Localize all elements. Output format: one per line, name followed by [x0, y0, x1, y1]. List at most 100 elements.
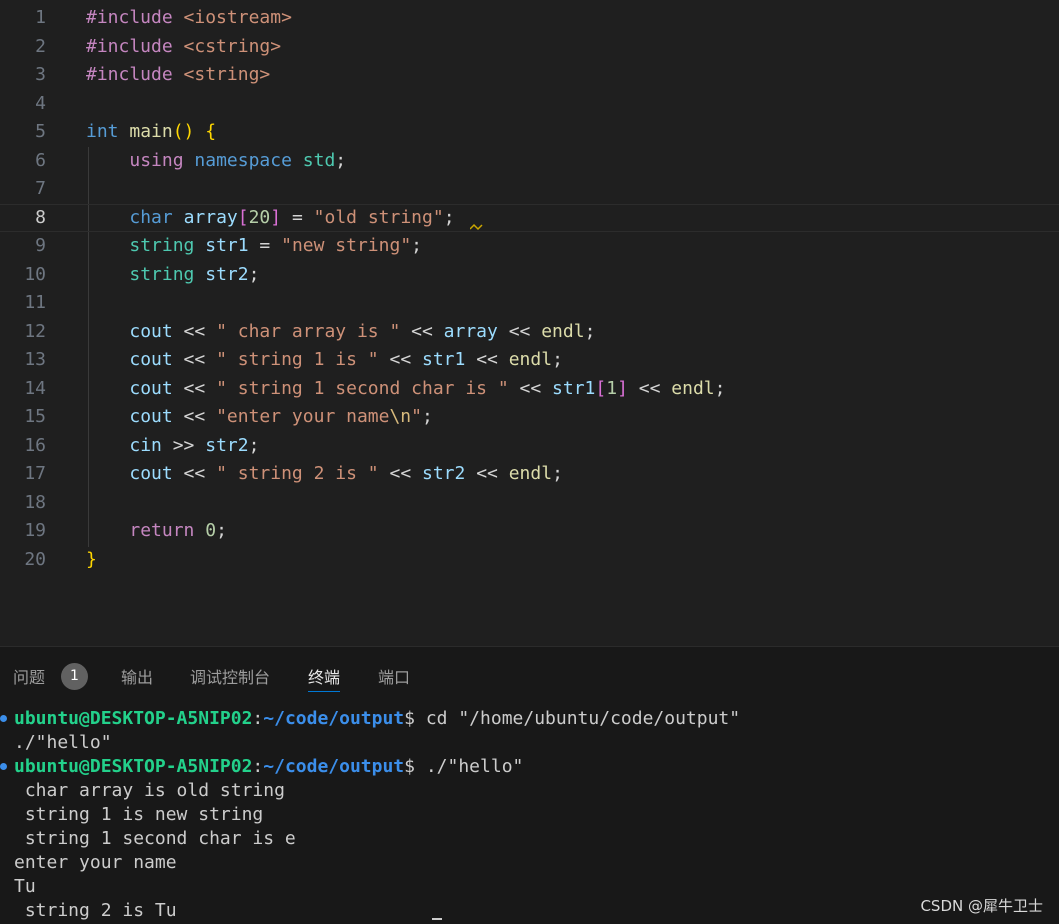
code-token: }	[86, 548, 97, 570]
tab-debug-console[interactable]: 调试控制台	[190, 665, 270, 691]
terminal-output-line: string 2 is Tu	[14, 900, 177, 921]
code-token: 1	[606, 377, 618, 399]
code-token: int	[86, 121, 119, 142]
code-token: #include	[86, 7, 173, 28]
code-token: 0	[205, 520, 217, 541]
code-token: str1	[422, 349, 466, 370]
code-token: =	[281, 206, 314, 228]
code-token: ()	[172, 121, 195, 142]
code-line[interactable]: 7	[0, 175, 1059, 204]
code-token: <<	[378, 349, 422, 370]
terminal-view[interactable]: ubuntu@DESKTOP-A5NIP02:~/code/output$ cd…	[0, 705, 1059, 924]
code-line[interactable]: 10 string str2;	[0, 261, 1059, 290]
terminal-command: cd "/home/ubuntu/code/output"	[415, 708, 741, 729]
code-line[interactable]: 13 cout << " string 1 is " << str1 << en…	[0, 346, 1059, 375]
line-content: cout << " char array is " << array << en…	[86, 318, 595, 347]
tab-terminal[interactable]: 终端	[308, 665, 341, 692]
terminal-output-line: string 1 is new string	[14, 804, 264, 825]
code-token: using	[129, 149, 184, 171]
code-token: str2	[422, 463, 466, 484]
code-token: endl	[508, 463, 553, 484]
code-line[interactable]: 11	[0, 289, 1059, 318]
code-token: ;	[248, 434, 260, 456]
code-token: <<	[400, 320, 444, 342]
code-line[interactable]: 20}	[0, 546, 1059, 575]
code-token: ;	[552, 349, 563, 370]
code-token: string	[129, 263, 195, 285]
tab-problems[interactable]: 问题	[13, 665, 45, 691]
code-token: ]	[270, 206, 282, 228]
line-number: 17	[24, 463, 46, 484]
code-line[interactable]: 2 #include <cstring>	[0, 33, 1059, 62]
code-token: ;	[584, 320, 596, 342]
code-token: "enter your name	[216, 406, 390, 427]
code-token: "new string"	[281, 235, 412, 256]
line-number: 1	[35, 7, 46, 28]
tab-output[interactable]: 输出	[121, 665, 153, 691]
code-line[interactable]: 3 #include <string>	[0, 61, 1059, 90]
code-token: namespace	[194, 149, 292, 171]
terminal-output-line: ./"hello"	[14, 732, 112, 753]
code-token: str1	[205, 235, 249, 256]
code-token: <<	[627, 377, 672, 399]
code-line[interactable]: 17 cout << " string 2 is " << str2 << en…	[0, 460, 1059, 489]
line-number: 19	[24, 520, 46, 541]
code-line[interactable]: 1 #include <iostream>	[0, 4, 1059, 33]
code-line[interactable]: 18	[0, 489, 1059, 518]
code-line[interactable]: 12 cout << " char array is " << array <<…	[0, 318, 1059, 347]
line-number: 6	[35, 149, 46, 171]
line-content: #include <iostream>	[86, 4, 292, 33]
code-token: return	[129, 520, 195, 541]
line-number: 15	[24, 406, 46, 427]
line-content: return 0;	[86, 517, 227, 546]
code-token: <<	[172, 377, 217, 399]
code-line[interactable]: 19 return 0;	[0, 517, 1059, 546]
command-decoration-icon[interactable]	[0, 763, 7, 770]
code-line[interactable]: 16 cin >> str2;	[0, 432, 1059, 461]
line-number: 12	[24, 320, 46, 342]
line-number: 5	[35, 121, 46, 142]
line-number: 14	[24, 377, 46, 399]
tab-ports[interactable]: 端口	[378, 665, 410, 691]
code-line[interactable]: 8 char array[20] = "old string";	[0, 204, 1059, 233]
code-token: str2	[205, 434, 249, 456]
prompt-dollar: $	[404, 756, 415, 777]
code-token: <<	[508, 377, 553, 399]
terminal-command: ./"hello"	[415, 756, 524, 777]
terminal-prompt-line: ubuntu@DESKTOP-A5NIP02:~/code/output$ ./…	[0, 755, 524, 779]
line-content: cout << "enter your name\n";	[86, 403, 432, 432]
terminal-output-line: char array is old string	[14, 780, 285, 801]
code-line[interactable]: 15 cout << "enter your name\n";	[0, 403, 1059, 432]
code-token: array	[183, 206, 238, 228]
code-editor[interactable]: 1 #include <iostream> 2 #include <cstring> 3…	[0, 0, 1059, 646]
code-line[interactable]: 14 cout << " string 1 second char is " <…	[0, 375, 1059, 404]
code-line[interactable]: 4	[0, 90, 1059, 119]
bottom-panel: 问题 1 输出 调试控制台 终端 端口 ubuntu@DESKTOP-A5NIP…	[0, 646, 1059, 924]
code-token: {	[205, 121, 217, 142]
line-content: }	[86, 546, 97, 575]
code-token: cout	[129, 349, 173, 370]
command-decoration-icon[interactable]	[0, 715, 7, 722]
code-token: <iostream>	[183, 7, 292, 28]
code-token: array	[443, 320, 498, 342]
code-token: #include	[86, 64, 173, 85]
code-token: ]	[617, 377, 628, 399]
code-line[interactable]: 9 string str1 = "new string";	[0, 232, 1059, 261]
code-token: ;	[443, 206, 455, 228]
code-line[interactable]: 5 int main() {	[0, 118, 1059, 147]
watermark: CSDN @犀牛卫士	[920, 897, 1043, 915]
prompt-path: ~/code/output	[263, 756, 405, 777]
line-content: int main() {	[86, 118, 216, 147]
line-number: 13	[24, 349, 46, 370]
code-line[interactable]: 6 using namespace std;	[0, 147, 1059, 176]
line-number: 10	[24, 263, 46, 285]
